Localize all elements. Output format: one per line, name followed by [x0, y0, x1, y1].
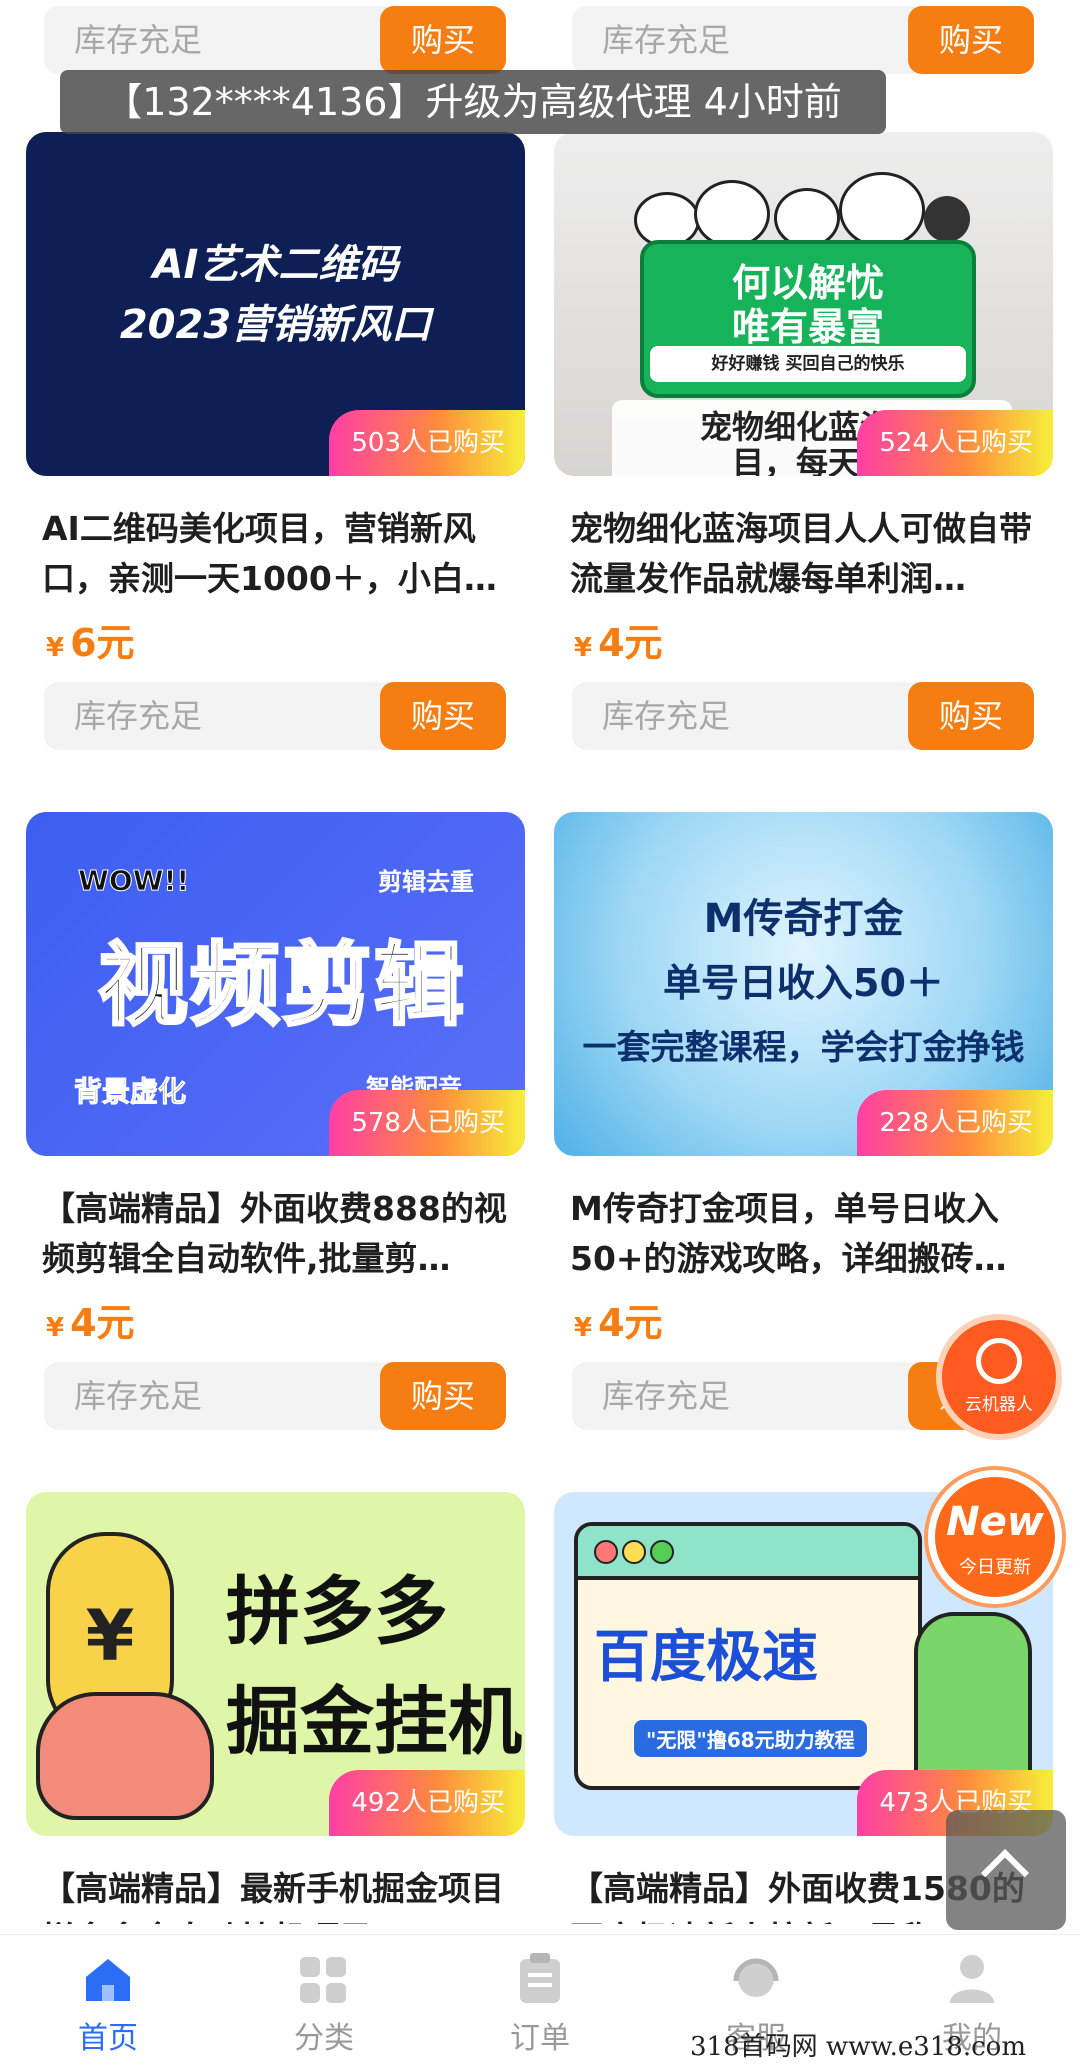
buy-button[interactable]: 购买 — [908, 6, 1034, 74]
thumb-text: 百度极速 — [594, 1625, 818, 1690]
stock-row: 库存充足 购买 — [44, 682, 506, 750]
sold-badge: 578人已购买 — [329, 1090, 525, 1156]
product-thumbnail[interactable]: ¥ 拼多多 掘金挂机 492人已购买 — [26, 1492, 525, 1836]
thumb-text: 背景虚化 — [73, 1075, 187, 1109]
stock-row: 库存充足 购买 — [44, 1362, 506, 1430]
thumb-text: 视频剪辑 — [97, 932, 466, 1040]
product-title[interactable]: 【高端精品】外面收费888的视频剪辑全自动软件,批量剪… — [42, 1184, 517, 1284]
product-title[interactable]: M传奇打金项目，单号日收入50+的游戏攻略，详细搬砖… — [570, 1184, 1045, 1284]
upgrade-toast: 【132****4136】升级为高级代理 4小时前 — [60, 70, 886, 134]
stock-status: 库存充足 — [602, 1377, 731, 1415]
sold-badge: 524人已购买 — [857, 410, 1053, 476]
clipboard-icon — [520, 1953, 560, 2003]
thumb-text: "无限"撸68元助力教程 — [634, 1720, 867, 1757]
thumb-text: 剪辑去重 — [378, 868, 474, 896]
product-thumbnail[interactable]: WOW!! 剪辑去重 视频剪辑 背景虚化 智能配音 578人已购买 — [26, 812, 525, 1156]
thumb-text: 一套完整课程，学会打金挣钱 — [582, 1028, 1025, 1068]
sold-badge: 503人已购买 — [329, 410, 525, 476]
stock-status: 库存充足 — [74, 697, 203, 735]
buy-button[interactable]: 购买 — [380, 1362, 506, 1430]
back-to-top-button[interactable] — [946, 1810, 1066, 1930]
product-thumbnail[interactable]: 何以解忧 唯有暴富 好好赚钱 买回自己的快乐 宠物细化蓝海项 目，每天3 524… — [554, 132, 1053, 476]
stock-status: 库存充足 — [602, 21, 731, 59]
product-price: ¥6元 — [46, 621, 135, 665]
headset-icon — [976, 1338, 1022, 1384]
green-banner: 何以解忧 唯有暴富 好好赚钱 买回自己的快乐 — [640, 240, 976, 398]
product-thumbnail[interactable]: M传奇打金 单号日收入50＋ 一套完整课程，学会打金挣钱 228人已购买 — [554, 812, 1053, 1156]
chevron-up-icon — [980, 1848, 1030, 1898]
thumb-text: M传奇打金 — [703, 896, 904, 942]
thumb-text: 拼多多 — [226, 1569, 448, 1655]
hand-illustration — [36, 1692, 214, 1820]
product-thumbnail[interactable]: AI艺术二维码 2023营销新风口 503人已购买 — [26, 132, 525, 476]
product-title[interactable]: 宠物细化蓝海项目人人可做自带流量发作品就爆每单利润… — [570, 504, 1045, 604]
thumb-text: 单号日收入50＋ — [663, 961, 944, 1005]
new-updates-button[interactable]: New 今日更新 — [928, 1470, 1062, 1604]
sold-badge: 492人已购买 — [329, 1770, 525, 1836]
panda-mascots — [634, 172, 974, 248]
robot-service-button[interactable]: 云机器人 — [936, 1314, 1062, 1440]
home-icon — [86, 1959, 130, 2001]
product-title[interactable]: 【高端精品】最新手机掘金项目拼多多全自动挂机项目… — [42, 1864, 517, 1924]
tab-orders[interactable]: 订单 — [432, 1935, 648, 2067]
thumb-text: 掘金挂机 — [226, 1679, 522, 1765]
thumb-text: AI艺术二维码 — [152, 242, 399, 288]
product-price: ¥4元 — [574, 1301, 663, 1345]
headset-icon — [733, 1958, 779, 1997]
stock-status: 库存充足 — [602, 697, 731, 735]
stock-row: 库存充足 购买 — [572, 6, 1034, 74]
stock-status: 库存充足 — [74, 21, 203, 59]
product-price: ¥4元 — [574, 621, 663, 665]
thumb-text: WOW!! — [77, 864, 190, 898]
buy-button[interactable]: 购买 — [380, 6, 506, 74]
thumb-text: 2023营销新风口 — [119, 302, 432, 348]
stock-status: 库存充足 — [74, 1377, 203, 1415]
stock-row: 库存充足 购买 — [572, 682, 1034, 750]
grid-icon — [300, 1957, 346, 2003]
tab-category[interactable]: 分类 — [216, 1935, 432, 2067]
user-icon — [950, 1955, 994, 2003]
product-price: ¥4元 — [46, 1301, 135, 1345]
tab-home[interactable]: 首页 — [0, 1935, 216, 2067]
sold-badge: 228人已购买 — [857, 1090, 1053, 1156]
site-watermark: 318首码网 www.e318.com — [690, 2032, 1026, 2062]
product-title[interactable]: AI二维码美化项目，营销新风口，亲测一天1000＋，小白… — [42, 504, 517, 604]
buy-button[interactable]: 购买 — [380, 682, 506, 750]
stock-row: 库存充足 购买 — [44, 6, 506, 74]
buy-button[interactable]: 购买 — [908, 682, 1034, 750]
